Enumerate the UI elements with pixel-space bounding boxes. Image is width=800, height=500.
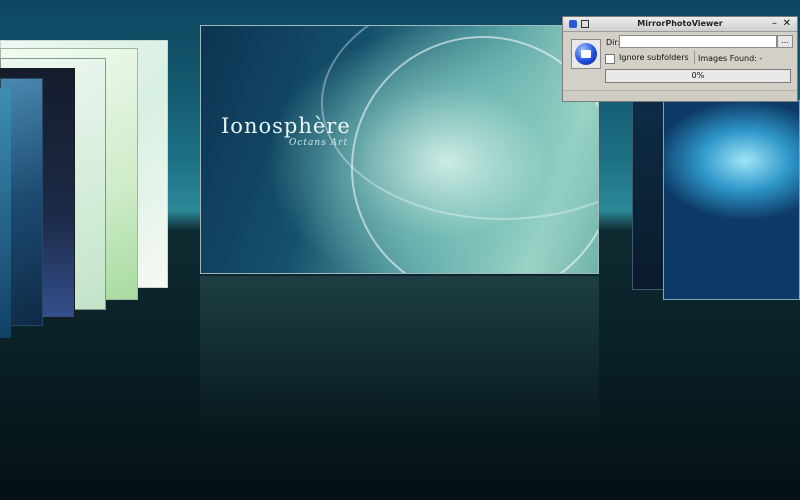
browse-button[interactable]: ... <box>777 35 793 48</box>
progress-text: 0% <box>691 71 705 80</box>
coverflow-card-right-1[interactable] <box>632 100 666 290</box>
coverflow-card-right-2[interactable] <box>663 100 800 300</box>
ignore-subfolders-label: Ignore subfolders <box>619 53 689 62</box>
coverflow-card-center[interactable]: Ionosphère Octans Art <box>200 25 599 274</box>
window-titlebar[interactable]: MirrorPhotoViewer – ✕ <box>563 17 797 32</box>
dir-input[interactable] <box>619 35 777 48</box>
mirrorphotoviewer-window: MirrorPhotoViewer – ✕ Dir: ... Ignore su… <box>562 16 798 102</box>
wallpaper-subtitle-text: Octans Art <box>289 138 349 148</box>
progress-bar: 0% <box>605 69 791 83</box>
window-title: MirrorPhotoViewer <box>637 19 723 28</box>
load-button[interactable] <box>571 39 601 69</box>
wallpaper-logo-text: Ionosphère <box>221 114 351 138</box>
images-found-label: Images Found: - <box>698 54 763 63</box>
ignore-subfolders-checkbox[interactable] <box>605 54 615 64</box>
app-logo-icon <box>575 43 597 65</box>
minimize-button[interactable]: – <box>772 18 777 29</box>
coverflow-card-left-6[interactable] <box>0 88 11 338</box>
separator <box>694 50 695 64</box>
center-card-reflection <box>200 276 599 436</box>
close-button[interactable]: ✕ <box>783 18 791 29</box>
status-bar <box>563 90 797 101</box>
